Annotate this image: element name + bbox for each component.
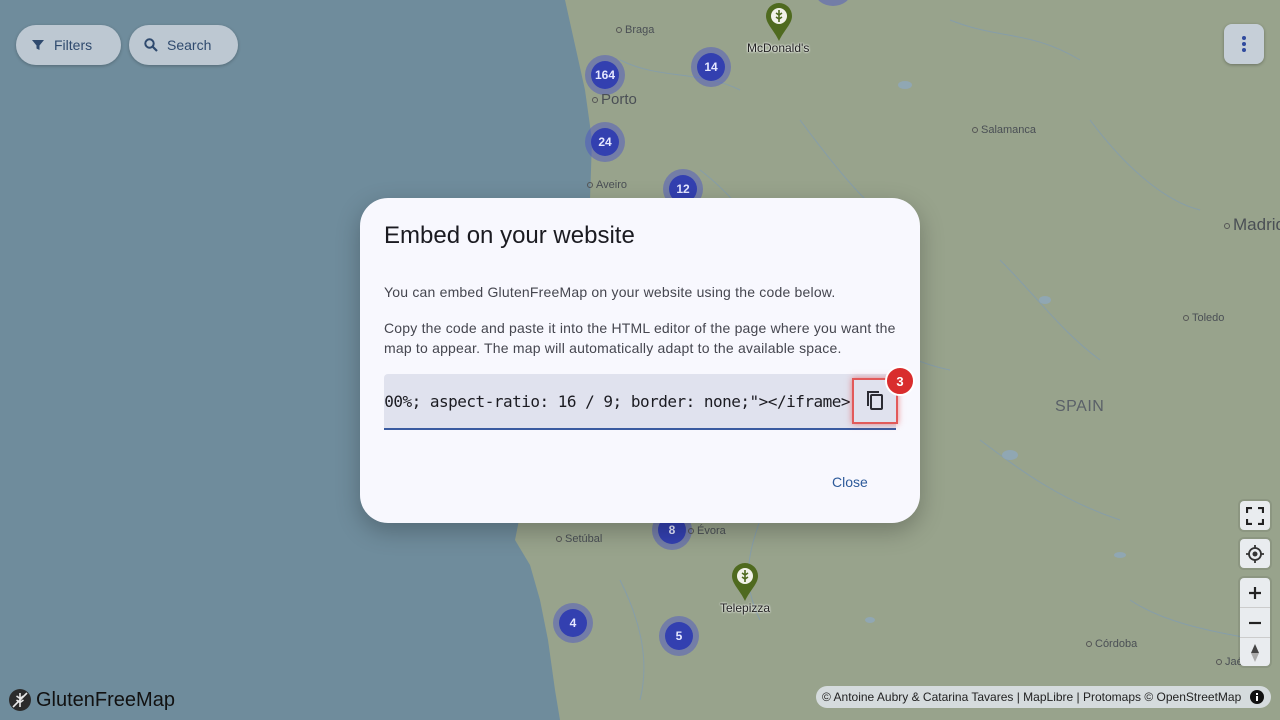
dialog-instructions: Copy the code and paste it into the HTML… bbox=[384, 320, 896, 356]
brand-name: GlutenFreeMap bbox=[36, 688, 175, 711]
info-icon[interactable] bbox=[1249, 689, 1265, 705]
geolocate-button[interactable] bbox=[1240, 539, 1270, 568]
search-label: Search bbox=[167, 37, 212, 53]
zoom-out-button[interactable] bbox=[1240, 607, 1270, 637]
filters-button[interactable]: Filters bbox=[16, 25, 121, 65]
minus-icon bbox=[1249, 621, 1261, 624]
more-vert-icon bbox=[1242, 36, 1246, 52]
close-button[interactable]: Close bbox=[832, 474, 868, 490]
attribution: © Antoine Aubry & Catarina Tavares | Map… bbox=[816, 686, 1272, 708]
compass-icon bbox=[1251, 643, 1259, 662]
fullscreen-button[interactable] bbox=[1240, 501, 1270, 530]
plus-icon bbox=[1249, 586, 1261, 599]
embed-code-text[interactable]: e="width: 100%; aspect-ratio: 16 / 9; bo… bbox=[384, 392, 851, 411]
embed-dialog: Embed on your website You can embed Glut… bbox=[360, 198, 920, 523]
more-menu-button[interactable] bbox=[1224, 24, 1264, 64]
dialog-title: Embed on your website bbox=[384, 222, 635, 249]
zoom-in-button[interactable] bbox=[1240, 578, 1270, 607]
navigation-control[interactable] bbox=[1240, 578, 1270, 666]
attribution-text: © Antoine Aubry & Catarina Tavares | Map… bbox=[822, 690, 1242, 704]
embed-code-field[interactable]: e="width: 100%; aspect-ratio: 16 / 9; bo… bbox=[384, 374, 896, 430]
search-button[interactable]: Search bbox=[129, 25, 238, 65]
filters-label: Filters bbox=[54, 37, 93, 53]
dialog-intro: You can embed GlutenFreeMap on your webs… bbox=[384, 284, 836, 300]
search-icon bbox=[144, 38, 158, 52]
copy-icon bbox=[867, 391, 883, 410]
glutenfreemap-logo-icon bbox=[9, 689, 31, 711]
step-badge: 3 bbox=[885, 366, 915, 396]
reset-bearing-button[interactable] bbox=[1240, 637, 1270, 667]
filter-icon bbox=[32, 40, 44, 50]
locate-icon bbox=[1246, 544, 1264, 563]
geolocate-control[interactable] bbox=[1240, 539, 1270, 568]
brand-logo[interactable]: GlutenFreeMap bbox=[8, 688, 175, 712]
fullscreen-icon bbox=[1246, 506, 1264, 525]
fullscreen-control[interactable] bbox=[1240, 501, 1270, 530]
